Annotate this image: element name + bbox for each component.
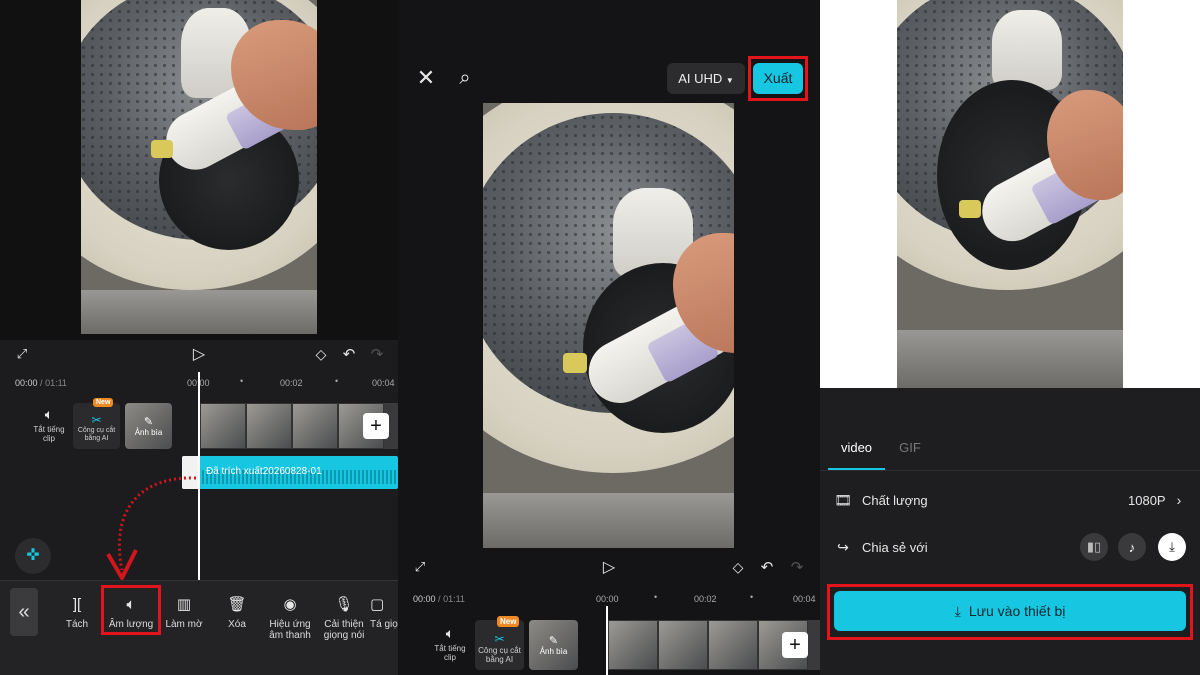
- scissors-icon: ✂: [494, 632, 505, 646]
- ruler-tick: 00:02: [280, 378, 303, 388]
- clip-app-icon: ▮▯: [1086, 539, 1102, 554]
- tab-gif[interactable]: GIF: [892, 440, 928, 470]
- fullscreen-icon[interactable]: ⤢: [410, 558, 430, 576]
- ruler-tick: 00:00: [596, 594, 619, 604]
- voice-effect-icon: ◉: [283, 596, 297, 613]
- tab-divider: [820, 470, 1200, 471]
- tiktok-icon: ♪: [1128, 539, 1136, 555]
- keyframe-icon[interactable]: ◇: [310, 344, 332, 364]
- ruler-dot: •: [654, 592, 658, 602]
- tool-enhance-voice[interactable]: 🎙︎ Cải thiện giọng nói: [316, 594, 372, 641]
- speaker-icon: 🔈︎: [445, 625, 455, 641]
- ai-cut-button[interactable]: New ✂ Công cụ cắt bằng AI: [73, 398, 120, 449]
- collapse-toolbar-button[interactable]: «: [10, 588, 38, 636]
- speaker-icon: 🔈︎: [44, 406, 54, 422]
- undo-button[interactable]: ↶: [757, 557, 777, 577]
- voice-tool-icon: ▢: [370, 596, 385, 613]
- edit-icon: ✎: [143, 416, 154, 428]
- video-preview: [897, 0, 1123, 388]
- delete-icon: 🗑︎: [227, 596, 247, 613]
- export-highlight: [748, 56, 808, 101]
- quality-dropdown[interactable]: AI UHD ▼: [667, 63, 745, 94]
- red-arrow-annotation: [106, 476, 197, 580]
- ruler-dot: •: [750, 592, 754, 602]
- share-icon: ↪: [837, 538, 849, 555]
- tool-voice-effect[interactable]: ◉ Hiệu ứng âm thanh: [262, 594, 318, 641]
- ruler-tick: 00:04: [372, 378, 395, 388]
- download-icon: ⤓: [1169, 539, 1175, 554]
- ai-cut-button[interactable]: New ✂ Công cụ cắt bằng AI: [475, 616, 524, 670]
- edit-icon: ✎: [548, 635, 559, 647]
- ruler-dot: •: [335, 376, 339, 386]
- video-preview: [483, 103, 734, 548]
- cover-button[interactable]: ✎ Ảnh bìa: [125, 403, 172, 449]
- quality-row[interactable]: 🎞︎ Chất lượng 1080P ›: [820, 485, 1200, 517]
- redo-button[interactable]: ↷: [787, 557, 807, 577]
- mute-clip-button[interactable]: 🔈︎ Tắt tiếng clip: [28, 406, 70, 443]
- tab-video[interactable]: video: [828, 440, 885, 470]
- add-clip-button[interactable]: +: [363, 413, 389, 439]
- ruler-dot: •: [240, 376, 244, 386]
- tool-split[interactable]: ][Tách: [49, 594, 105, 630]
- caret-down-icon: ▼: [725, 76, 734, 85]
- add-clip-button[interactable]: +: [782, 632, 808, 658]
- enhance-voice-icon: 🎙︎: [334, 596, 354, 613]
- play-button[interactable]: ▷: [188, 344, 210, 364]
- audio-track-label: Đã trích xuất20260828-01: [206, 466, 322, 477]
- cover-button[interactable]: ✎ Ảnh bìa: [529, 620, 578, 670]
- close-icon[interactable]: ✕: [414, 65, 438, 90]
- undo-button[interactable]: ↶: [339, 344, 359, 364]
- ruler-tick: 00:04: [793, 594, 816, 604]
- save-highlight: [827, 584, 1193, 640]
- share-download-button[interactable]: ⤓: [1158, 533, 1186, 561]
- mute-clip-button[interactable]: 🔈︎ Tắt tiếng clip: [428, 625, 472, 662]
- film-icon: 🎞︎: [834, 491, 852, 508]
- scissors-icon: ✂: [91, 413, 102, 427]
- split-icon: ][: [72, 596, 82, 613]
- play-button[interactable]: ▷: [598, 557, 620, 577]
- playhead[interactable]: [606, 606, 608, 675]
- fade-icon: ▥: [176, 596, 192, 613]
- chevron-right-icon: ›: [1176, 492, 1182, 508]
- fullscreen-icon[interactable]: ⤢: [12, 345, 32, 363]
- tool-voice-more[interactable]: ▢Tá giọn: [370, 594, 398, 630]
- share-app-button[interactable]: ▮▯: [1080, 533, 1108, 561]
- audio-track[interactable]: Đã trích xuất20260828-01: [182, 456, 398, 489]
- share-tiktok-button[interactable]: ♪: [1118, 533, 1146, 561]
- timecode: 00:00 / 01:11: [15, 378, 67, 388]
- tool-delete[interactable]: 🗑︎ Xóa: [209, 594, 265, 630]
- ai-tool-fab[interactable]: ✜: [15, 538, 51, 574]
- search-icon[interactable]: ⌕: [453, 66, 477, 90]
- new-badge: New: [93, 398, 114, 407]
- video-preview: [81, 0, 317, 334]
- editor-panel: ⤢ ▷ ◇ ↶ ↷ 00:00 / 01:11 00:00 • 00:02 • …: [0, 0, 398, 675]
- timecode: 00:00 / 01:11: [413, 594, 465, 604]
- ruler-tick: 00:02: [694, 594, 717, 604]
- tool-fade[interactable]: ▥ Làm mờ: [156, 594, 212, 630]
- new-badge: New: [497, 616, 520, 627]
- export-settings-panel: video GIF 🎞︎ Chất lượng 1080P › ↪ Chia s…: [820, 0, 1200, 675]
- volume-highlight: [101, 585, 161, 635]
- keyframe-icon[interactable]: ◇: [727, 557, 749, 577]
- redo-button[interactable]: ↷: [367, 344, 387, 364]
- export-preview-panel: ✕ ⌕ AI UHD ▼ Xuất ⤢ ▷ ◇ ↶ ↷ 00:00 / 01:1…: [398, 0, 820, 675]
